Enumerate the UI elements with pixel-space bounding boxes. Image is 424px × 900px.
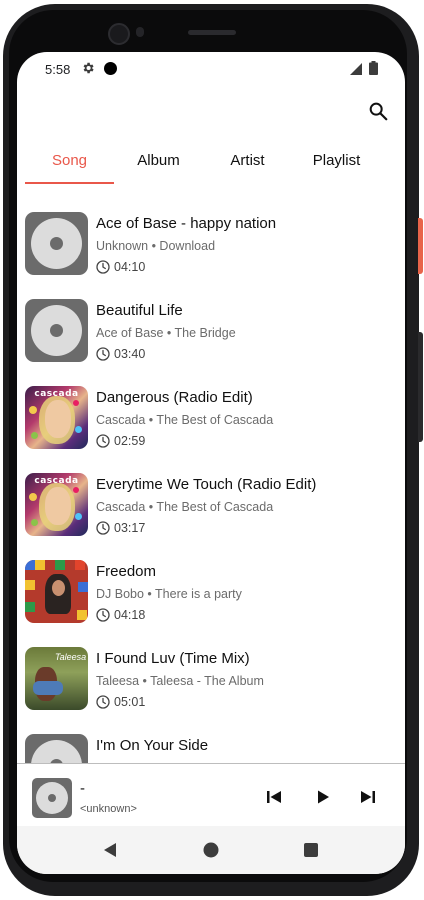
tab-artist[interactable]: Artist bbox=[203, 144, 292, 184]
clock-icon bbox=[96, 695, 110, 714]
status-time: 5:58 bbox=[45, 62, 71, 77]
song-duration: 04:18 bbox=[114, 608, 146, 622]
album-art-text: cascada bbox=[34, 476, 79, 486]
song-title: Everytime We Touch (Radio Edit) bbox=[96, 476, 317, 493]
song-duration: 02:59 bbox=[114, 434, 146, 448]
album-art-taleesa: Taleesa bbox=[25, 647, 88, 710]
recents-icon[interactable] bbox=[301, 840, 321, 860]
song-duration: 03:17 bbox=[114, 521, 146, 535]
album-art-cascada: cascada bbox=[25, 473, 88, 536]
now-playing-title: - bbox=[80, 780, 85, 797]
status-bar: 5:58 bbox=[17, 52, 405, 86]
tab-bar: Song Album Artist Playlist bbox=[17, 144, 405, 186]
song-duration: 03:40 bbox=[114, 347, 146, 361]
song-subtitle: Ace of Base • The Bridge bbox=[96, 326, 236, 340]
song-item[interactable]: Beautiful Life Ace of Base • The Bridge … bbox=[17, 299, 405, 386]
album-art-placeholder bbox=[25, 212, 88, 275]
now-playing-art bbox=[32, 778, 72, 818]
earpiece-speaker bbox=[188, 30, 236, 35]
front-camera bbox=[108, 23, 130, 45]
album-art-text: cascada bbox=[34, 389, 79, 399]
song-title: Ace of Base - happy nation bbox=[96, 215, 277, 232]
power-button bbox=[418, 218, 423, 274]
now-playing-artist: <unknown> bbox=[80, 803, 137, 815]
album-art-freedom bbox=[25, 560, 88, 623]
tab-album[interactable]: Album bbox=[114, 144, 203, 184]
album-art-cascada: cascada bbox=[25, 386, 88, 449]
song-duration: 05:01 bbox=[114, 695, 146, 709]
song-item[interactable]: cascada Everytime We Touch (Radio Edit) … bbox=[17, 473, 405, 560]
album-art-placeholder bbox=[25, 299, 88, 362]
album-art-placeholder bbox=[25, 734, 88, 763]
song-subtitle: Unknown • Download bbox=[96, 239, 216, 253]
home-icon[interactable] bbox=[201, 840, 221, 860]
gear-icon bbox=[81, 61, 95, 80]
clock-icon bbox=[96, 347, 110, 366]
search-icon[interactable] bbox=[367, 100, 389, 122]
song-item[interactable]: Freedom DJ Bobo • There is a party 04:18 bbox=[17, 560, 405, 647]
song-subtitle: Cascada • The Best of Cascada bbox=[96, 500, 274, 514]
screen: 5:58 Song Album Artist Playlist Ace of B… bbox=[17, 52, 405, 874]
tab-playlist[interactable]: Playlist bbox=[292, 144, 381, 184]
song-title: Freedom bbox=[96, 563, 157, 580]
tab-indicator bbox=[25, 182, 114, 184]
song-item[interactable]: cascada Dangerous (Radio Edit) Cascada •… bbox=[17, 386, 405, 473]
song-subtitle: Cascada • The Best of Cascada bbox=[96, 413, 274, 427]
clock-icon bbox=[96, 608, 110, 627]
battery-icon bbox=[369, 61, 378, 80]
back-icon[interactable] bbox=[100, 840, 120, 860]
volume-button bbox=[418, 332, 423, 442]
clock-icon bbox=[96, 434, 110, 453]
album-art-text: Taleesa bbox=[55, 652, 87, 662]
cell-signal-icon bbox=[350, 62, 362, 80]
system-nav-bar bbox=[17, 826, 405, 874]
song-duration: 04:10 bbox=[114, 260, 146, 274]
now-playing-bar[interactable]: - <unknown> bbox=[17, 764, 405, 826]
play-icon[interactable] bbox=[314, 788, 332, 806]
song-item[interactable]: Ace of Base - happy nation Unknown • Dow… bbox=[17, 212, 405, 299]
skip-previous-icon[interactable] bbox=[265, 788, 283, 806]
song-title: I'm On Your Side bbox=[96, 737, 209, 754]
song-title: Dangerous (Radio Edit) bbox=[96, 389, 253, 406]
front-sensor bbox=[136, 27, 144, 37]
clock-icon bbox=[96, 521, 110, 540]
song-item[interactable]: I'm On Your Side bbox=[17, 734, 405, 763]
device-frame: 5:58 Song Album Artist Playlist Ace of B… bbox=[0, 0, 424, 900]
song-subtitle: Taleesa • Taleesa - The Album bbox=[96, 674, 264, 688]
notification-dot-icon bbox=[104, 62, 117, 75]
clock-icon bbox=[96, 260, 110, 279]
song-title: I Found Luv (Time Mix) bbox=[96, 650, 250, 667]
skip-next-icon[interactable] bbox=[359, 788, 377, 806]
song-subtitle: DJ Bobo • There is a party bbox=[96, 587, 242, 601]
song-item[interactable]: Taleesa I Found Luv (Time Mix) Taleesa •… bbox=[17, 647, 405, 734]
song-title: Beautiful Life bbox=[96, 302, 183, 319]
tab-song[interactable]: Song bbox=[25, 144, 114, 184]
